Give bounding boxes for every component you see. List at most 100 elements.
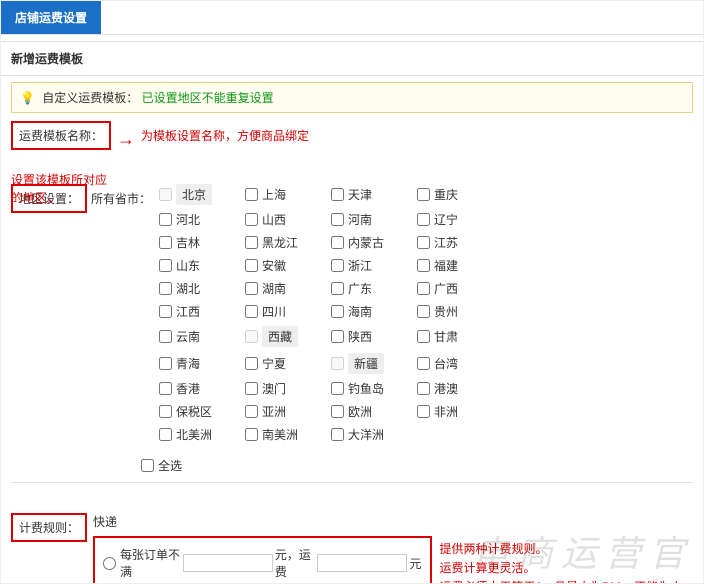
province-name: 台湾 bbox=[434, 355, 458, 372]
province-cell[interactable]: 新疆 bbox=[331, 353, 417, 374]
province-checkbox[interactable] bbox=[331, 259, 344, 272]
province-cell[interactable]: 海南 bbox=[331, 303, 417, 320]
province-checkbox[interactable] bbox=[417, 213, 430, 226]
province-cell[interactable]: 青海 bbox=[159, 353, 245, 374]
province-cell[interactable]: 重庆 bbox=[417, 184, 503, 205]
province-checkbox[interactable] bbox=[417, 382, 430, 395]
province-cell[interactable]: 安徽 bbox=[245, 257, 331, 274]
province-checkbox[interactable] bbox=[159, 236, 172, 249]
province-cell[interactable]: 山西 bbox=[245, 211, 331, 228]
notice-bar: 💡 自定义运费模板： 已设置地区不能重复设置 bbox=[11, 82, 693, 113]
province-cell[interactable]: 非洲 bbox=[417, 403, 503, 420]
province-cell[interactable]: 陕西 bbox=[331, 326, 417, 347]
province-checkbox[interactable] bbox=[417, 305, 430, 318]
province-cell[interactable]: 辽宁 bbox=[417, 211, 503, 228]
province-cell[interactable]: 黑龙江 bbox=[245, 234, 331, 251]
province-checkbox[interactable] bbox=[331, 282, 344, 295]
province-checkbox[interactable] bbox=[159, 213, 172, 226]
province-checkbox[interactable] bbox=[245, 282, 258, 295]
province-checkbox[interactable] bbox=[417, 405, 430, 418]
province-cell[interactable]: 浙江 bbox=[331, 257, 417, 274]
province-checkbox[interactable] bbox=[331, 382, 344, 395]
rule-threshold-amount-input[interactable] bbox=[183, 554, 273, 572]
rule-threshold-fee-input[interactable] bbox=[317, 554, 407, 572]
province-checkbox[interactable] bbox=[245, 305, 258, 318]
province-checkbox[interactable] bbox=[159, 282, 172, 295]
province-cell[interactable]: 南美洲 bbox=[245, 426, 331, 443]
province-checkbox[interactable] bbox=[159, 188, 172, 201]
province-cell[interactable]: 北京 bbox=[159, 184, 245, 205]
province-name: 海南 bbox=[348, 303, 372, 320]
province-checkbox[interactable] bbox=[331, 213, 344, 226]
province-checkbox[interactable] bbox=[417, 188, 430, 201]
province-checkbox[interactable] bbox=[245, 236, 258, 249]
province-cell[interactable]: 河南 bbox=[331, 211, 417, 228]
province-cell[interactable]: 亚洲 bbox=[245, 403, 331, 420]
province-cell[interactable]: 天津 bbox=[331, 184, 417, 205]
province-checkbox[interactable] bbox=[417, 236, 430, 249]
province-cell[interactable]: 湖北 bbox=[159, 280, 245, 297]
province-cell[interactable]: 福建 bbox=[417, 257, 503, 274]
province-checkbox[interactable] bbox=[417, 259, 430, 272]
province-checkbox[interactable] bbox=[159, 357, 172, 370]
province-checkbox[interactable] bbox=[245, 259, 258, 272]
province-checkbox[interactable] bbox=[417, 357, 430, 370]
province-name: 保税区 bbox=[176, 403, 212, 420]
province-checkbox[interactable] bbox=[245, 405, 258, 418]
province-cell[interactable]: 北美洲 bbox=[159, 426, 245, 443]
province-checkbox[interactable] bbox=[245, 188, 258, 201]
province-cell[interactable]: 贵州 bbox=[417, 303, 503, 320]
province-checkbox[interactable] bbox=[159, 330, 172, 343]
province-checkbox[interactable] bbox=[159, 259, 172, 272]
province-cell[interactable]: 香港 bbox=[159, 380, 245, 397]
province-cell[interactable]: 广东 bbox=[331, 280, 417, 297]
province-checkbox[interactable] bbox=[331, 405, 344, 418]
province-cell[interactable]: 甘肃 bbox=[417, 326, 503, 347]
province-checkbox[interactable] bbox=[331, 236, 344, 249]
province-cell[interactable]: 大洋洲 bbox=[331, 426, 417, 443]
province-cell[interactable]: 江西 bbox=[159, 303, 245, 320]
province-cell[interactable]: 欧洲 bbox=[331, 403, 417, 420]
province-checkbox[interactable] bbox=[331, 330, 344, 343]
province-checkbox[interactable] bbox=[245, 330, 258, 343]
province-cell[interactable]: 广西 bbox=[417, 280, 503, 297]
province-name: 河南 bbox=[348, 211, 372, 228]
province-checkbox[interactable] bbox=[245, 428, 258, 441]
rule-radio-threshold[interactable] bbox=[103, 557, 116, 570]
province-checkbox[interactable] bbox=[417, 330, 430, 343]
province-cell[interactable]: 江苏 bbox=[417, 234, 503, 251]
province-cell[interactable]: 云南 bbox=[159, 326, 245, 347]
province-cell[interactable]: 上海 bbox=[245, 184, 331, 205]
tab-shipping-settings[interactable]: 店铺运费设置 bbox=[1, 1, 101, 34]
province-cell[interactable]: 西藏 bbox=[245, 326, 331, 347]
province-checkbox[interactable] bbox=[245, 382, 258, 395]
province-checkbox[interactable] bbox=[245, 357, 258, 370]
province-checkbox[interactable] bbox=[331, 188, 344, 201]
province-checkbox[interactable] bbox=[245, 213, 258, 226]
province-cell[interactable]: 河北 bbox=[159, 211, 245, 228]
province-name: 吉林 bbox=[176, 234, 200, 251]
province-checkbox[interactable] bbox=[417, 282, 430, 295]
province-cell[interactable]: 内蒙古 bbox=[331, 234, 417, 251]
province-cell[interactable]: 宁夏 bbox=[245, 353, 331, 374]
province-checkbox[interactable] bbox=[331, 305, 344, 318]
province-cell[interactable]: 港澳 bbox=[417, 380, 503, 397]
province-cell[interactable]: 四川 bbox=[245, 303, 331, 320]
province-checkbox[interactable] bbox=[331, 428, 344, 441]
province-checkbox[interactable] bbox=[159, 382, 172, 395]
province-cell[interactable]: 钓鱼岛 bbox=[331, 380, 417, 397]
province-cell[interactable]: 山东 bbox=[159, 257, 245, 274]
select-all-row[interactable]: 全选 bbox=[141, 457, 227, 474]
select-all-checkbox[interactable] bbox=[141, 459, 154, 472]
province-cell[interactable]: 澳门 bbox=[245, 380, 331, 397]
province-checkbox[interactable] bbox=[159, 428, 172, 441]
province-checkbox[interactable] bbox=[159, 405, 172, 418]
province-checkbox[interactable] bbox=[159, 305, 172, 318]
province-checkbox[interactable] bbox=[331, 357, 344, 370]
arrow-icon: → bbox=[117, 130, 135, 148]
province-cell[interactable]: 湖南 bbox=[245, 280, 331, 297]
province-cell[interactable]: 保税区 bbox=[159, 403, 245, 420]
province-cell[interactable]: 台湾 bbox=[417, 353, 503, 374]
rule-opt1-a: 每张订单不满 bbox=[120, 546, 181, 580]
province-cell[interactable]: 吉林 bbox=[159, 234, 245, 251]
